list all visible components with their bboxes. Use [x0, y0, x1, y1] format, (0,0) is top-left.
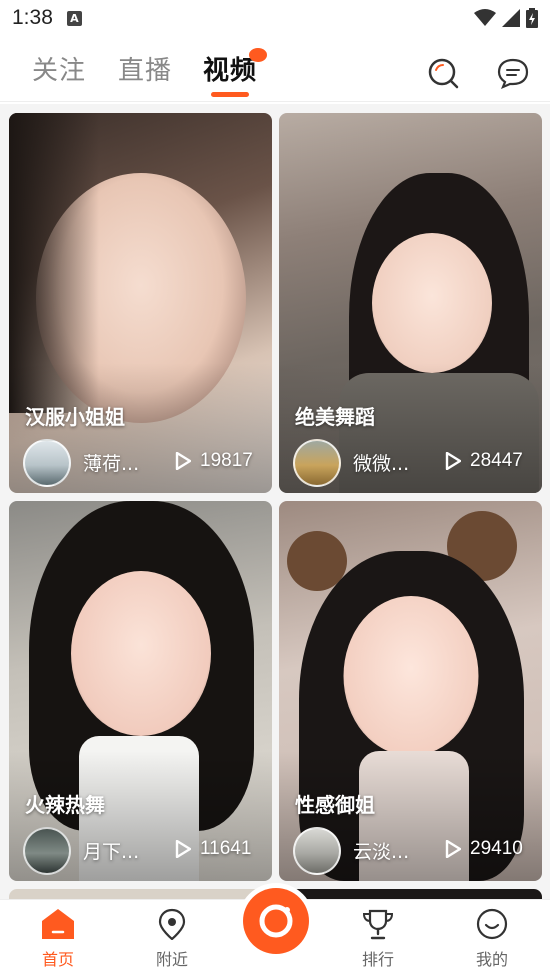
tab-active-indicator	[211, 92, 249, 97]
video-card[interactable]: 火辣热舞 月下... 11641	[9, 501, 272, 881]
video-card[interactable]: 性感御姐 云淡... 29410	[279, 501, 542, 881]
signal-icon	[502, 9, 520, 27]
avatar[interactable]	[23, 439, 71, 487]
avatar[interactable]	[23, 827, 71, 875]
record-video-button[interactable]	[243, 888, 309, 954]
nav-nearby-label: 附近	[155, 950, 188, 969]
avatar[interactable]	[293, 439, 341, 487]
tab-video-badge	[249, 48, 267, 62]
play-icon	[175, 452, 191, 470]
video-title: 火辣热舞	[25, 793, 105, 817]
video-grid: 汉服小姐姐 薄荷... 19817 绝美舞蹈 微微... 28447 火辣热舞 …	[0, 104, 550, 899]
play-icon	[445, 840, 461, 858]
video-author[interactable]: 薄荷...	[83, 449, 139, 476]
nav-ranking-label: 排行	[361, 950, 394, 969]
top-navigation: 关注 直播 视频	[0, 36, 550, 102]
search-icon[interactable]	[426, 56, 460, 90]
avatar[interactable]	[293, 827, 341, 875]
tab-follow[interactable]: 关注	[32, 50, 86, 87]
battery-icon	[526, 8, 538, 28]
wifi-icon	[474, 9, 496, 26]
video-card[interactable]	[279, 889, 542, 899]
play-count: 28447	[470, 450, 523, 471]
notification-a-icon: A	[66, 10, 82, 26]
nav-profile-label: 我的	[475, 950, 508, 969]
video-card[interactable]: 绝美舞蹈 微微... 28447	[279, 113, 542, 493]
home-icon	[42, 909, 74, 939]
play-count: 29410	[470, 838, 523, 859]
trophy-icon	[362, 909, 394, 940]
camera-lens-icon	[259, 904, 293, 938]
nav-profile[interactable]: 我的	[452, 908, 532, 970]
nav-ranking[interactable]: 排行	[338, 908, 418, 970]
status-bar: 1:38 A	[0, 0, 550, 36]
status-time: 1:38	[12, 6, 53, 29]
play-count: 19817	[200, 450, 253, 471]
video-author[interactable]: 微微...	[353, 449, 409, 476]
video-title: 性感御姐	[295, 793, 375, 817]
play-icon	[175, 840, 191, 858]
play-count: 11641	[200, 838, 252, 859]
play-icon	[445, 452, 461, 470]
message-icon[interactable]	[496, 56, 530, 90]
video-title: 绝美舞蹈	[295, 405, 375, 429]
video-title: 汉服小姐姐	[25, 405, 125, 429]
nav-home[interactable]: 首页	[18, 908, 98, 970]
video-author[interactable]: 云淡...	[353, 837, 409, 864]
nav-nearby[interactable]: 附近	[132, 908, 212, 970]
profile-smile-icon	[476, 908, 508, 940]
video-card[interactable]	[9, 889, 272, 899]
video-author[interactable]: 月下...	[83, 837, 139, 864]
tab-live[interactable]: 直播	[118, 50, 172, 87]
nav-home-label: 首页	[41, 950, 74, 969]
video-card[interactable]: 汉服小姐姐 薄荷... 19817	[9, 113, 272, 493]
location-pin-icon	[158, 908, 186, 940]
